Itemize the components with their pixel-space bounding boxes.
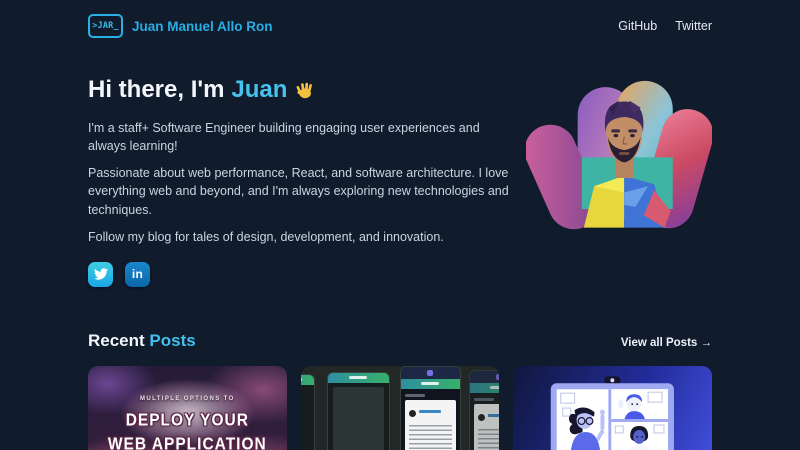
twitter-icon[interactable] bbox=[88, 262, 113, 287]
video-call-monitor-art bbox=[513, 366, 712, 450]
hero-paragraph-3: Follow my blog for tales of design, deve… bbox=[88, 228, 520, 246]
waving-hand-icon bbox=[295, 80, 316, 101]
header-nav: GitHub Twitter bbox=[618, 19, 712, 33]
page-container: >JAR_ Juan Manuel Allo Ron GitHub Twitte… bbox=[88, 0, 712, 450]
hero-paragraph-2: Passionate about web performance, React,… bbox=[88, 164, 520, 218]
post-thumbnail-text: MULTIPLE OPTIONS TO DEPLOY YOUR WEB APPL… bbox=[88, 366, 287, 450]
post-cards-grid: MULTIPLE OPTIONS TO DEPLOY YOUR WEB APPL… bbox=[88, 366, 712, 450]
recent-posts-section: Recent Posts View all Posts → MULTIPLE O… bbox=[88, 331, 712, 450]
recent-posts-title-prefix: Recent bbox=[88, 331, 145, 350]
header: >JAR_ Juan Manuel Allo Ron GitHub Twitte… bbox=[88, 0, 712, 38]
post-card-mobile-app-screenshots[interactable] bbox=[301, 366, 500, 450]
hero-heading-name: Juan bbox=[231, 76, 287, 104]
brand-home-link[interactable]: >JAR_ Juan Manuel Allo Ron bbox=[88, 14, 273, 38]
linkedin-in-glyph: in bbox=[132, 267, 143, 281]
avatar-blob-art bbox=[526, 60, 712, 234]
terminal-logo-icon: >JAR_ bbox=[88, 14, 123, 38]
post-card-deploy-web-application[interactable]: MULTIPLE OPTIONS TO DEPLOY YOUR WEB APPL… bbox=[88, 366, 287, 450]
recent-posts-title-accent: Posts bbox=[149, 331, 195, 350]
recent-posts-title: Recent Posts bbox=[88, 331, 196, 351]
thumbnail-title-line-2: WEB APPLICATION bbox=[108, 432, 267, 450]
recent-posts-header: Recent Posts View all Posts → bbox=[88, 331, 712, 351]
phone-mockup bbox=[469, 370, 500, 450]
nav-link-github[interactable]: GitHub bbox=[618, 19, 657, 33]
hero-heading-prefix: Hi there, I'm bbox=[88, 76, 224, 104]
linkedin-icon[interactable]: in bbox=[125, 262, 150, 287]
post-card-video-call-illustration[interactable] bbox=[513, 366, 712, 450]
thumbnail-overline: MULTIPLE OPTIONS TO bbox=[140, 396, 235, 402]
social-links: in bbox=[88, 262, 524, 287]
hero-paragraph-1: I'm a staff+ Software Engineer building … bbox=[88, 119, 520, 155]
phone-mockup bbox=[301, 374, 315, 450]
phone-mockup bbox=[400, 366, 461, 450]
nav-link-twitter[interactable]: Twitter bbox=[675, 19, 712, 33]
logo-text: >JAR_ bbox=[92, 21, 119, 31]
view-all-posts-link[interactable]: View all Posts → bbox=[621, 337, 712, 349]
hero-heading: Hi there, I'm Juan bbox=[88, 76, 524, 104]
hero-text-column: Hi there, I'm Juan I'm a staff+ Sof bbox=[88, 64, 524, 287]
twitter-bird-glyph bbox=[94, 267, 108, 281]
phone-mockup bbox=[327, 372, 390, 450]
hero-section: Hi there, I'm Juan I'm a staff+ Sof bbox=[88, 64, 712, 287]
site-name: Juan Manuel Allo Ron bbox=[132, 19, 273, 34]
avatar-illustration bbox=[526, 60, 714, 283]
